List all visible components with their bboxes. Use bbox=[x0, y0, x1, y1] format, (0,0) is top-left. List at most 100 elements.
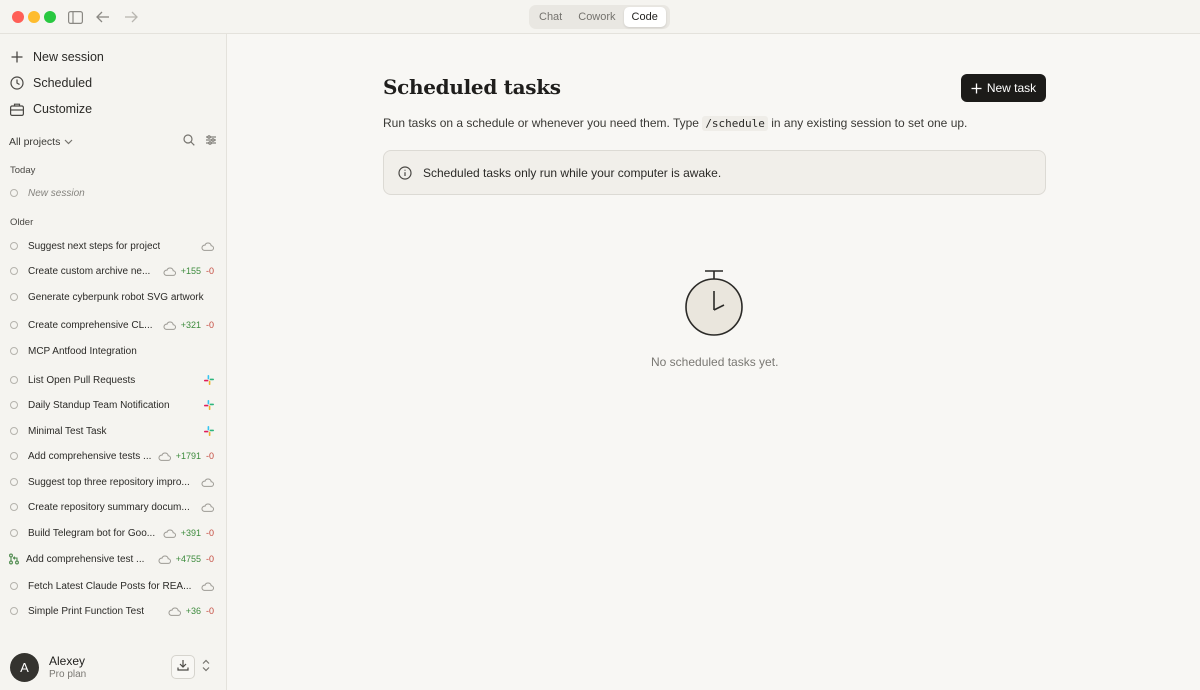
session-meta bbox=[204, 372, 214, 388]
filter-icon[interactable] bbox=[205, 134, 217, 149]
session-title: Suggest next steps for project bbox=[28, 240, 161, 252]
sidebar: New session Scheduled Customize All proj… bbox=[0, 34, 227, 690]
session-title: Create repository summary docum... bbox=[28, 501, 190, 513]
session-meta bbox=[204, 397, 214, 413]
list-item[interactable]: MCP Antfood Integration bbox=[10, 343, 216, 359]
session-meta: +321 -0 bbox=[163, 317, 214, 333]
lines-removed: -0 bbox=[205, 266, 214, 276]
cloud-icon bbox=[201, 242, 214, 251]
list-item[interactable]: Suggest top three repository impro... bbox=[10, 474, 216, 490]
status-dot bbox=[10, 582, 18, 590]
sidebar-item-scheduled[interactable]: Scheduled bbox=[9, 73, 92, 93]
avatar[interactable]: A bbox=[10, 653, 39, 682]
new-task-button[interactable]: New task bbox=[961, 74, 1046, 102]
git-branch-icon bbox=[8, 553, 20, 565]
zoom-window-button[interactable] bbox=[44, 11, 56, 23]
list-item[interactable]: Fetch Latest Claude Posts for REA... bbox=[10, 578, 216, 594]
status-dot bbox=[10, 293, 18, 301]
slack-icon bbox=[204, 400, 214, 410]
page-description: Run tasks on a schedule or whenever you … bbox=[383, 116, 967, 131]
search-icon[interactable] bbox=[183, 134, 195, 149]
list-item[interactable]: Simple Print Function Test +36 -0 bbox=[10, 603, 216, 619]
download-button[interactable] bbox=[171, 655, 195, 679]
session-title: MCP Antfood Integration bbox=[28, 345, 137, 357]
cloud-icon bbox=[201, 582, 214, 591]
forward-arrow-icon[interactable] bbox=[122, 8, 140, 26]
cloud-icon bbox=[163, 321, 176, 330]
user-plan: Pro plan bbox=[49, 669, 87, 680]
page-title: Scheduled tasks bbox=[383, 75, 561, 99]
list-item[interactable]: Create repository summary docum... bbox=[10, 499, 216, 515]
tab-code[interactable]: Code bbox=[623, 7, 666, 27]
project-filter-label[interactable]: All projects bbox=[9, 136, 60, 148]
session-title: Generate cyberpunk robot SVG artwork bbox=[28, 291, 204, 303]
notice-text: Scheduled tasks only run while your comp… bbox=[423, 165, 722, 180]
list-item[interactable]: Add comprehensive test ... +4755 -0 bbox=[8, 551, 216, 567]
session-meta bbox=[201, 578, 214, 594]
session-meta: +36 -0 bbox=[168, 603, 214, 619]
status-dot bbox=[10, 321, 18, 329]
cloud-icon bbox=[158, 555, 171, 564]
slack-icon bbox=[204, 375, 214, 385]
minimize-window-button[interactable] bbox=[28, 11, 40, 23]
sidebar-toggle-icon[interactable] bbox=[66, 8, 84, 26]
chevron-down-icon[interactable] bbox=[64, 139, 73, 145]
session-meta bbox=[201, 474, 214, 490]
nav-label: Scheduled bbox=[33, 76, 93, 90]
section-older: Older bbox=[10, 217, 34, 228]
lines-added: +1791 bbox=[175, 451, 201, 461]
list-item[interactable]: List Open Pull Requests bbox=[10, 372, 216, 388]
list-item[interactable]: Generate cyberpunk robot SVG artwork bbox=[10, 289, 216, 305]
schedule-command: /schedule bbox=[702, 116, 768, 131]
list-item[interactable]: New session bbox=[10, 185, 216, 201]
status-dot bbox=[10, 267, 18, 275]
session-meta: +4755 -0 bbox=[158, 551, 214, 567]
tab-cowork[interactable]: Cowork bbox=[570, 7, 623, 27]
status-dot bbox=[10, 189, 18, 197]
list-item[interactable]: Daily Standup Team Notification bbox=[10, 397, 216, 413]
lines-removed: -0 bbox=[205, 451, 214, 461]
sidebar-item-customize[interactable]: Customize bbox=[9, 99, 92, 119]
session-title: Build Telegram bot for Goo... bbox=[28, 527, 156, 539]
list-item[interactable]: Minimal Test Task bbox=[10, 423, 216, 439]
session-meta: +391 -0 bbox=[163, 525, 214, 541]
back-arrow-icon[interactable] bbox=[94, 8, 112, 26]
lines-removed: -0 bbox=[205, 554, 214, 564]
status-dot bbox=[10, 503, 18, 511]
lines-added: +4755 bbox=[175, 554, 201, 564]
session-title: Create custom archive ne... bbox=[28, 265, 151, 277]
session-title: Simple Print Function Test bbox=[28, 605, 144, 617]
lines-added: +321 bbox=[180, 320, 201, 330]
status-dot bbox=[10, 478, 18, 486]
session-title: Create comprehensive CL... bbox=[28, 319, 153, 331]
status-dot bbox=[10, 607, 18, 615]
cloud-icon bbox=[201, 503, 214, 512]
user-name[interactable]: Alexey bbox=[49, 654, 85, 668]
mode-switcher: Chat Cowork Code bbox=[529, 5, 670, 29]
list-item[interactable]: Create comprehensive CL... +321 -0 bbox=[10, 317, 216, 333]
download-icon bbox=[177, 658, 189, 676]
chevron-up-down-icon[interactable] bbox=[202, 659, 210, 672]
new-session-button[interactable]: New session bbox=[9, 47, 104, 67]
cloud-icon bbox=[158, 452, 171, 461]
nav-label: Customize bbox=[33, 102, 93, 116]
list-item[interactable]: Add comprehensive tests ... +1791 -0 bbox=[10, 448, 216, 464]
main-content: Scheduled tasks New task Run tasks on a … bbox=[228, 34, 1200, 690]
session-meta: +1791 -0 bbox=[158, 448, 214, 464]
list-item[interactable]: Create custom archive ne... +155 -0 bbox=[10, 263, 216, 279]
user-area: A Alexey Pro plan bbox=[0, 644, 226, 690]
info-notice: Scheduled tasks only run while your comp… bbox=[383, 150, 1046, 195]
status-dot bbox=[10, 347, 18, 355]
list-item[interactable]: Suggest next steps for project bbox=[10, 238, 216, 254]
tab-chat[interactable]: Chat bbox=[531, 7, 570, 27]
session-meta bbox=[204, 423, 214, 439]
list-item[interactable]: Build Telegram bot for Goo... +391 -0 bbox=[10, 525, 216, 541]
new-task-label: New task bbox=[986, 81, 1037, 95]
lines-added: +155 bbox=[180, 266, 201, 276]
plus-icon bbox=[9, 49, 25, 65]
session-title: Daily Standup Team Notification bbox=[28, 399, 170, 411]
close-window-button[interactable] bbox=[12, 11, 24, 23]
info-icon bbox=[398, 165, 412, 180]
title-bar: Chat Cowork Code bbox=[0, 0, 1200, 34]
session-title: Fetch Latest Claude Posts for REA... bbox=[28, 580, 192, 592]
